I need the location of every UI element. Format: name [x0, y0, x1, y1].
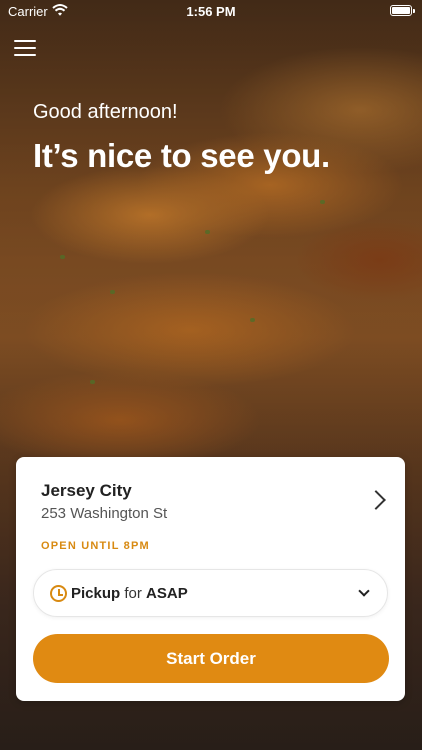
battery-icon: [390, 5, 415, 16]
pickup-time-selector[interactable]: Pickup for ASAP: [33, 569, 388, 617]
chevron-right-icon[interactable]: [366, 490, 386, 510]
headline-text: It’s nice to see you.: [33, 137, 330, 174]
start-order-button[interactable]: Start Order: [33, 634, 389, 683]
pickup-summary: Pickup for ASAP: [71, 585, 188, 602]
status-bar: Carrier 1:56 PM: [0, 0, 422, 22]
menu-icon-bar: [14, 47, 36, 49]
herb-speck: [90, 380, 95, 384]
pickup-connector: for: [124, 585, 142, 602]
greeting-text: Good afternoon!: [33, 101, 178, 123]
location-card: Jersey City 253 Washington St OPEN UNTIL…: [16, 457, 405, 701]
pickup-time: ASAP: [146, 585, 188, 602]
status-time: 1:56 PM: [186, 4, 236, 19]
store-hours-badge: OPEN UNTIL 8PM: [41, 540, 150, 552]
menu-icon-bar: [14, 54, 36, 56]
store-name[interactable]: Jersey City: [41, 481, 132, 501]
menu-icon-bar: [14, 40, 36, 42]
menu-button[interactable]: [14, 38, 36, 58]
pickup-mode: Pickup: [71, 585, 121, 602]
chevron-down-icon: [358, 585, 370, 597]
herb-speck: [250, 318, 255, 322]
herb-speck: [110, 290, 115, 294]
herb-speck: [320, 200, 325, 204]
clock-icon: [50, 585, 67, 602]
herb-speck: [60, 255, 65, 259]
store-address[interactable]: 253 Washington St: [41, 505, 167, 522]
herb-speck: [205, 230, 210, 234]
